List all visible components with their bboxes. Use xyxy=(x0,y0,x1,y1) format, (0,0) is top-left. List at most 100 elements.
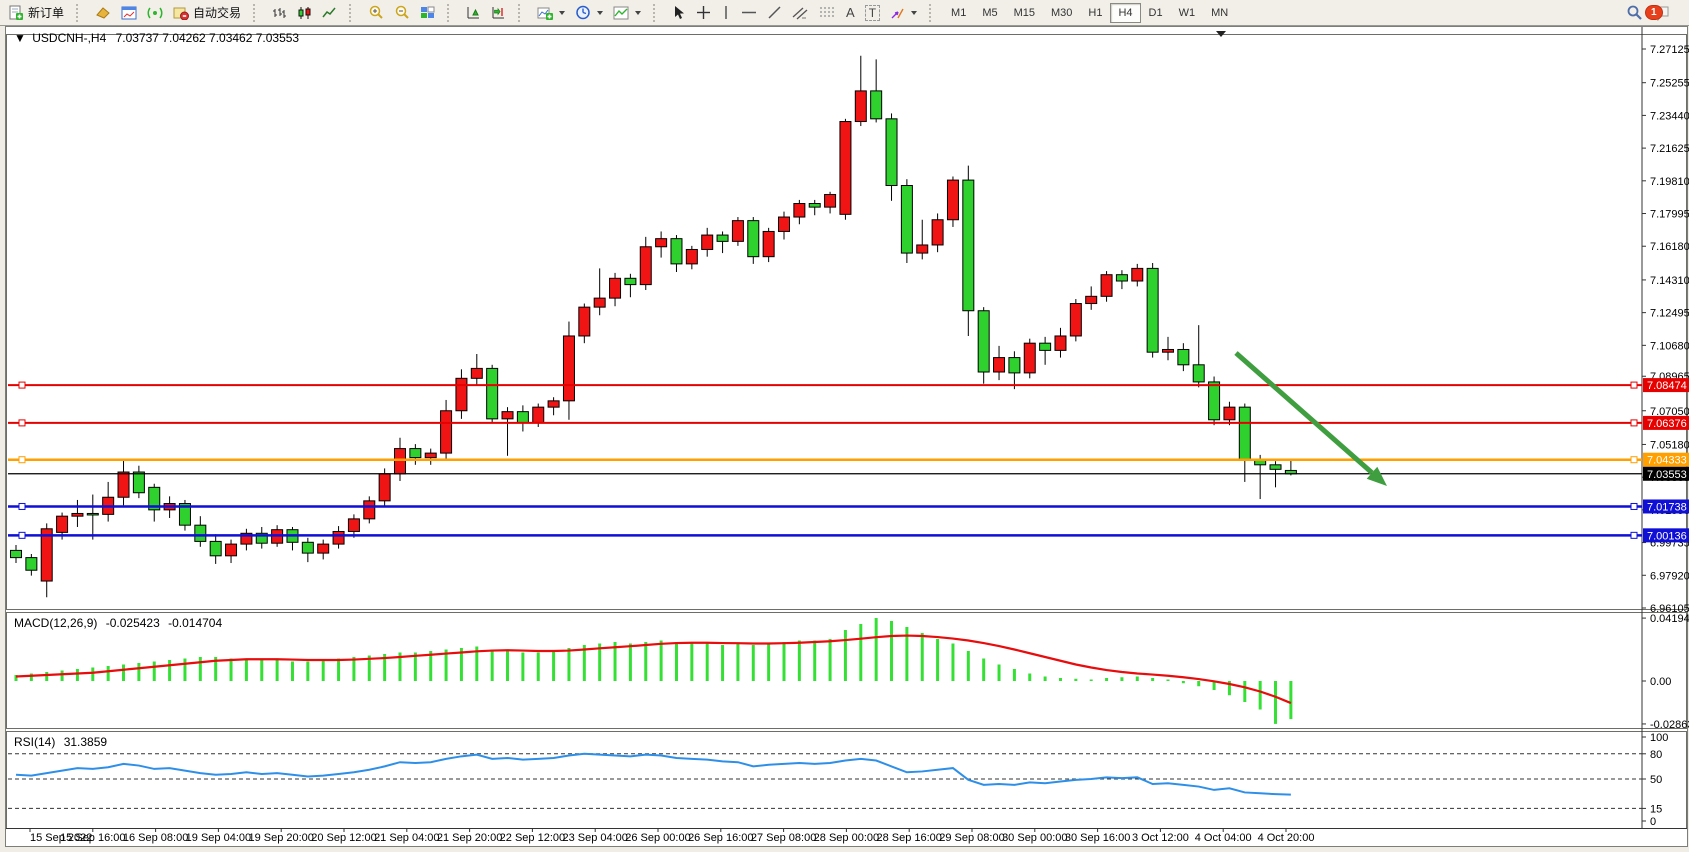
tile-windows-button[interactable] xyxy=(415,3,440,23)
level-handle[interactable] xyxy=(1631,532,1637,538)
candle-bull xyxy=(502,412,513,419)
candle-bear xyxy=(11,550,22,557)
timeframe-h1-button[interactable]: H1 xyxy=(1080,3,1110,23)
fibonacci-tool-button[interactable] xyxy=(814,2,841,23)
time-tick-label: 19 Sep 04:00 xyxy=(186,832,251,844)
level-handle[interactable] xyxy=(19,420,25,426)
timeframe-w1-button[interactable]: W1 xyxy=(1171,3,1204,23)
price-level-badge-label: 7.06376 xyxy=(1647,418,1687,430)
candle-bull xyxy=(41,529,52,581)
level-handle[interactable] xyxy=(1631,457,1637,463)
channel-tool-button[interactable] xyxy=(787,2,814,23)
candle-bull xyxy=(579,307,590,336)
price-tick-label: 7.19810 xyxy=(1650,176,1689,188)
crosshair-tool-button[interactable] xyxy=(691,2,716,23)
timeframe-m15-button[interactable]: M15 xyxy=(1006,3,1043,23)
text-label-tool-button[interactable]: T xyxy=(860,2,885,24)
candle-bull xyxy=(794,204,805,218)
templates-button[interactable] xyxy=(608,3,646,23)
text-tool-icon: A xyxy=(846,5,855,20)
candle-bull xyxy=(840,122,851,215)
trend-arrow-shaft[interactable] xyxy=(1236,353,1372,473)
timeframe-m30-button[interactable]: M30 xyxy=(1043,3,1080,23)
candle-bull xyxy=(1101,275,1112,297)
candle-bear xyxy=(671,239,682,264)
price-tick-label: 7.17995 xyxy=(1650,209,1689,221)
vertical-line-tool-button[interactable] xyxy=(716,2,736,23)
toolbar-separator xyxy=(653,4,660,22)
timeframe-h4-button[interactable]: H4 xyxy=(1110,3,1140,23)
pane-border xyxy=(7,35,1687,610)
tile-windows-icon xyxy=(420,6,435,20)
auto-trading-icon xyxy=(173,6,189,20)
timeframe-mn-button[interactable]: MN xyxy=(1203,3,1236,23)
level-handle[interactable] xyxy=(1631,382,1637,388)
auto-scroll-button[interactable] xyxy=(461,3,486,23)
candle-bull xyxy=(825,195,836,208)
chart-canvas[interactable]: 7.271257.252557.234407.216257.198107.179… xyxy=(6,27,1689,846)
candle-bear xyxy=(809,204,820,208)
level-handle[interactable] xyxy=(1631,503,1637,509)
auto-trading-button[interactable]: 自动交易 xyxy=(168,1,246,24)
search-button[interactable] xyxy=(1621,1,1648,24)
time-tick-label: 29 Sep 08:00 xyxy=(939,832,1004,844)
toolbar-separator xyxy=(76,4,83,22)
cursor-icon xyxy=(672,5,686,20)
candle-bull xyxy=(763,231,774,256)
horizontal-line-tool-button[interactable] xyxy=(736,2,762,23)
toolbar-separator xyxy=(253,4,260,22)
signal-button[interactable] xyxy=(142,3,168,23)
main-toolbar: 新订单 xyxy=(0,0,1689,26)
chart-window-button[interactable] xyxy=(116,3,142,23)
price-tick-label: 7.10680 xyxy=(1650,340,1689,352)
line-chart-button[interactable] xyxy=(317,3,342,23)
candle-bear xyxy=(901,186,912,254)
level-handle[interactable] xyxy=(1631,420,1637,426)
candle-bull xyxy=(917,245,928,253)
zoom-in-button[interactable] xyxy=(363,2,389,23)
level-handle[interactable] xyxy=(19,503,25,509)
arrows-tool-button[interactable] xyxy=(885,3,922,23)
candle-bull xyxy=(932,220,943,245)
notification-count-badge: 1 xyxy=(1645,5,1663,20)
chart-shift-button[interactable] xyxy=(486,3,511,23)
symbol-dropdown-marker[interactable]: ▼ xyxy=(14,31,26,45)
cursor-tool-button[interactable] xyxy=(667,2,691,23)
candle-bear xyxy=(886,119,897,186)
timeframe-m5-button[interactable]: M5 xyxy=(974,3,1005,23)
candle-bull xyxy=(379,474,390,501)
timeframe-menu-button[interactable] xyxy=(570,2,608,23)
indicators-button[interactable] xyxy=(532,3,570,23)
trendline-tool-button[interactable] xyxy=(762,2,787,23)
arrows-shapes-icon xyxy=(890,6,905,20)
time-tick-label: 27 Sep 08:00 xyxy=(751,832,816,844)
price-tick-label: 7.27125 xyxy=(1650,44,1689,56)
level-handle[interactable] xyxy=(19,532,25,538)
candle-bull xyxy=(57,516,68,532)
candlestick-chart-button[interactable] xyxy=(292,3,317,23)
macd-name: MACD(12,26,9) xyxy=(14,616,97,630)
candle-bull xyxy=(548,401,559,407)
candle-bull xyxy=(994,358,1005,372)
rsi-tick-label: 50 xyxy=(1650,774,1662,786)
zoom-out-icon xyxy=(394,5,410,20)
candle-bull xyxy=(1055,336,1066,350)
new-order-button[interactable]: 新订单 xyxy=(3,1,69,24)
candle-bull xyxy=(702,235,713,249)
timeframe-m1-button[interactable]: M1 xyxy=(943,3,974,23)
level-handle[interactable] xyxy=(19,457,25,463)
bar-chart-button[interactable] xyxy=(267,3,292,23)
dropdown-arrow-icon xyxy=(635,11,641,15)
timeframe-d1-button[interactable]: D1 xyxy=(1141,3,1171,23)
notifications-button[interactable]: 1 xyxy=(1648,2,1686,24)
level-handle[interactable] xyxy=(19,382,25,388)
price-level-badge-label: 7.00136 xyxy=(1647,530,1687,542)
candle-bull xyxy=(656,239,667,247)
price-tick-label: 7.16180 xyxy=(1650,241,1689,253)
clock-icon xyxy=(575,5,591,20)
quotes-button[interactable] xyxy=(90,3,116,23)
price-tick-label: 6.97920 xyxy=(1650,570,1689,582)
text-tool-button[interactable]: A xyxy=(841,2,860,23)
macd-tick-label: -0.028631 xyxy=(1650,719,1689,731)
zoom-out-button[interactable] xyxy=(389,2,415,23)
